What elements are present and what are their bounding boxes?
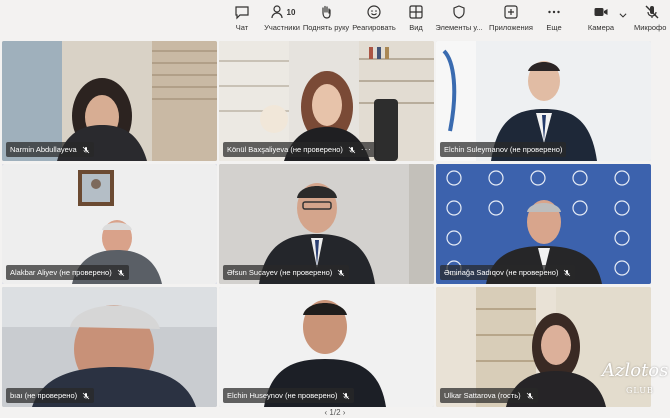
mic-label: Микрофо (634, 23, 667, 32)
react-label: Реагировать (352, 23, 396, 32)
watermark-text: Azlotos (602, 360, 669, 381)
shield-icon (453, 5, 465, 19)
camera-label: Камера (587, 23, 615, 32)
more-label: Еще (546, 23, 562, 32)
participant-name: bıaı (не проверено) (10, 391, 78, 400)
camera-icon (594, 8, 608, 16)
mic-off-icon (526, 392, 533, 399)
video-tile-active-speaker[interactable]: Alakbar Aliyev (не проверено) (2, 164, 217, 284)
mic-off-icon (82, 146, 89, 153)
participant-name: Əfsun Sucayev (не проверено) (227, 268, 333, 277)
participant-name-tag: Əfsun Sucayev (не проверено) (223, 265, 350, 280)
participant-name-tag: Alakbar Aliyev (не проверено) (6, 265, 129, 280)
chat-button[interactable]: Чат (228, 4, 256, 36)
participant-more-options[interactable]: ··· (361, 145, 372, 154)
mic-off-icon (117, 269, 124, 276)
chevron-down-icon (619, 13, 627, 18)
camera-button[interactable]: Камера (586, 4, 616, 36)
page-indicator[interactable]: ‹ 1/2 › (300, 408, 370, 418)
participant-name-tag: Əminağa Sadıqov (не проверено) (440, 265, 576, 280)
participant-name: Elchin Suleymanov (не проверено) (444, 145, 563, 154)
participant-name: Könül Baxşaliyeva (не проверено) (227, 145, 343, 154)
grid-view-icon (409, 5, 423, 19)
mic-off-icon (645, 5, 659, 19)
participants-button[interactable]: 10 Участники (262, 4, 302, 36)
raise-hand-button[interactable]: Поднять руку (303, 4, 349, 36)
video-tile[interactable]: Könül Baxşaliyeva (не проверено) ··· (219, 41, 434, 161)
participant-name: Ulkar Sattarova (гость) (444, 391, 521, 400)
mic-off-icon (348, 146, 356, 153)
participant-name-tag: Elchin Suleymanov (не проверено) (440, 142, 567, 157)
mic-off-icon (343, 392, 350, 399)
chat-label: Чат (235, 23, 249, 32)
participant-name: Əminağa Sadıqov (не проверено) (444, 268, 559, 277)
more-dots-icon (548, 10, 560, 14)
hand-icon (322, 5, 331, 19)
participant-name: Alakbar Aliyev (не проверено) (10, 268, 112, 277)
participant-name-tag: Narmin Abdullayeva (6, 142, 94, 157)
plus-square-icon (504, 5, 518, 19)
watermark-logo: Azlotos GLUB (598, 352, 668, 408)
participant-name-tag: Ulkar Sattarova (гость) (440, 388, 538, 403)
more-button[interactable]: Еще (542, 4, 566, 36)
participant-name-tag: Elchin Huseynov (не проверено) (223, 388, 355, 403)
participant-name-tag: Könül Baxşaliyeva (не проверено) ··· (223, 142, 376, 157)
video-tile[interactable]: bıaı (не проверено) (2, 287, 217, 407)
mic-off-icon (564, 269, 571, 276)
participant-name: Narmin Abdullayeva (10, 145, 77, 154)
video-grid: Narmin Abdullayeva Könül Baxşaliyeva (не… (0, 41, 670, 408)
participants-label: Участники (264, 23, 300, 32)
view-button[interactable]: Вид (404, 4, 428, 36)
video-tile[interactable]: Əfsun Sucayev (не проверено) (219, 164, 434, 284)
mic-button[interactable]: Микрофо (634, 4, 670, 36)
people-icon (270, 5, 283, 19)
chat-icon (235, 6, 249, 20)
mic-off-icon (338, 269, 345, 276)
react-button[interactable]: Реагировать (352, 4, 396, 36)
participant-name: Elchin Huseynov (не проверено) (227, 391, 338, 400)
raise-hand-label: Поднять руку (302, 23, 350, 32)
participants-count: 10 (286, 7, 296, 17)
watermark-subtext: GLUB (626, 386, 654, 395)
video-tile[interactable]: Elchin Huseynov (не проверено) (219, 287, 434, 407)
video-tile[interactable]: Əminağa Sadıqov (не проверено) (436, 164, 651, 284)
video-tile[interactable]: Narmin Abdullayeva (2, 41, 217, 161)
meeting-toolbar: Чат 10 Участники Поднять руку Реагироват… (0, 0, 670, 40)
apps-button[interactable]: Приложения (488, 4, 534, 36)
view-label: Вид (409, 23, 423, 32)
elements-button[interactable]: Элементы у... (434, 4, 484, 36)
camera-options-button[interactable] (618, 10, 628, 42)
elements-label: Элементы у... (435, 23, 483, 32)
smile-icon (367, 5, 381, 19)
participant-name-tag: bıaı (не проверено) (6, 388, 95, 403)
video-tile[interactable]: Elchin Suleymanov (не проверено) (436, 41, 651, 161)
mic-off-icon (82, 392, 90, 399)
apps-label: Приложения (489, 23, 533, 32)
